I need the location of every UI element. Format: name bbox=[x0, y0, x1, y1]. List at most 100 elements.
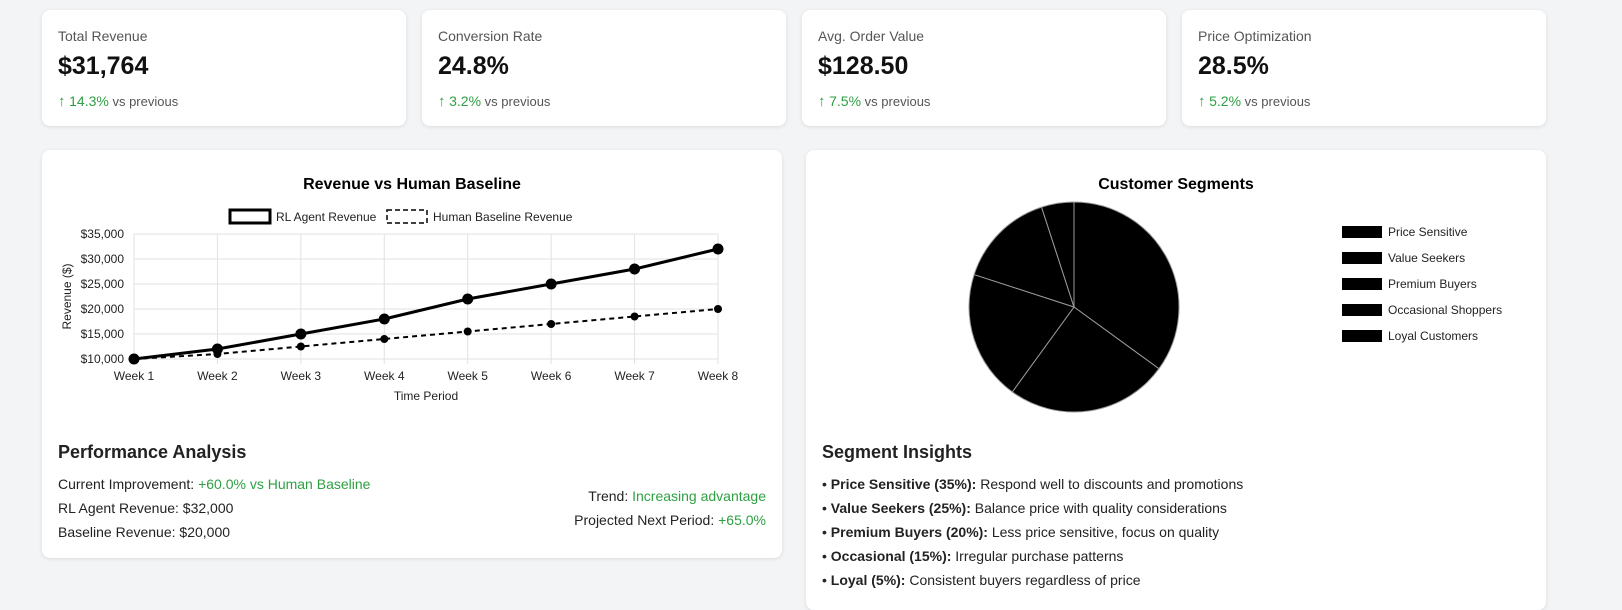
kpi-card-avg-order-value: Avg. Order Value $128.50 ↑ 7.5% vs previ… bbox=[802, 10, 1166, 126]
legend-swatch-baseline bbox=[386, 209, 428, 224]
kpi-card-conversion-rate: Conversion Rate 24.8% ↑ 3.2% vs previous bbox=[422, 10, 786, 126]
kpi-value: $128.50 bbox=[818, 52, 909, 80]
insight-segment: Value Seekers (25%): bbox=[830, 500, 971, 516]
kpi-change-value: 7.5% bbox=[829, 93, 862, 109]
arrow-up-icon: ↑ bbox=[438, 93, 446, 110]
legend-swatch bbox=[1342, 226, 1382, 238]
y-tick-label: $35,000 bbox=[81, 227, 125, 241]
kpi-change-suffix: vs previous bbox=[864, 94, 931, 109]
data-point bbox=[547, 320, 556, 328]
x-tick-label: Week 7 bbox=[614, 369, 655, 383]
data-point bbox=[629, 263, 641, 275]
kpi-change: ↑ 7.5% vs previous bbox=[818, 93, 1150, 110]
insight-segment: Occasional (15%): bbox=[830, 548, 952, 564]
y-tick-label: $30,000 bbox=[81, 252, 125, 266]
legend-label: Loyal Customers bbox=[1388, 329, 1478, 343]
x-tick-label: Week 6 bbox=[531, 369, 572, 383]
kpi-change-value: 14.3% bbox=[69, 93, 109, 109]
insight-item: • Loyal (5%): Consistent buyers regardle… bbox=[822, 572, 1141, 588]
data-point bbox=[714, 305, 722, 313]
x-tick-label: Week 1 bbox=[114, 369, 155, 383]
kpi-change-suffix: vs previous bbox=[1244, 94, 1311, 109]
kpi-value: 24.8% bbox=[438, 52, 509, 80]
legend-label: Occasional Shoppers bbox=[1388, 303, 1502, 317]
insight-segment: Premium Buyers (20%): bbox=[830, 524, 988, 540]
kpi-label: Avg. Order Value bbox=[818, 28, 925, 44]
data-point bbox=[378, 313, 390, 325]
kpi-change: ↑ 14.3% vs previous bbox=[58, 93, 390, 110]
legend-label: Price Sensitive bbox=[1388, 225, 1468, 239]
trend-label: Trend: bbox=[588, 488, 629, 504]
projected-row: Projected Next Period: +65.0% bbox=[574, 512, 766, 528]
legend-label: Human Baseline Revenue bbox=[433, 210, 573, 224]
legend-swatch bbox=[1342, 278, 1382, 290]
performance-title: Performance Analysis bbox=[58, 442, 247, 462]
baseline-revenue-value: $20,000 bbox=[179, 524, 231, 540]
kpi-change-suffix: vs previous bbox=[484, 94, 551, 109]
data-point bbox=[462, 293, 474, 305]
kpi-label: Conversion Rate bbox=[438, 28, 543, 44]
kpi-card-price-optimization: Price Optimization 28.5% ↑ 5.2% vs previ… bbox=[1182, 10, 1546, 126]
revenue-line-chart: $10,000 $15,000 $20,000 $25,000 $30,000 $35,0… bbox=[60, 208, 739, 403]
arrow-up-icon: ↑ bbox=[58, 93, 66, 110]
kpi-change: ↑ 3.2% vs previous bbox=[438, 93, 770, 110]
kpi-change-value: 3.2% bbox=[449, 93, 482, 109]
kpi-value: $31,764 bbox=[58, 52, 149, 80]
data-point bbox=[130, 355, 138, 363]
kpi-value: 28.5% bbox=[1198, 52, 1269, 80]
baseline-revenue-row: Baseline Revenue: $20,000 bbox=[58, 524, 230, 540]
insight-item: • Occasional (15%): Irregular purchase p… bbox=[822, 548, 1124, 564]
baseline-revenue-label: Baseline Revenue: bbox=[58, 524, 176, 540]
insight-item: • Price Sensitive (35%): Respond well to… bbox=[822, 476, 1244, 492]
data-point bbox=[213, 350, 222, 358]
data-point bbox=[630, 312, 639, 321]
arrow-up-icon: ↑ bbox=[1198, 93, 1206, 110]
segments-panel: Customer Segments Price Sensitive Value S… bbox=[806, 150, 1546, 610]
x-tick-label: Week 4 bbox=[364, 369, 405, 383]
revenue-panel: Revenue vs Human Baseline $10,000 $15,000… bbox=[42, 150, 782, 558]
data-point bbox=[545, 278, 557, 290]
rl-revenue-value: $32,000 bbox=[182, 500, 234, 516]
kpi-label: Total Revenue bbox=[58, 28, 148, 44]
insight-text: Irregular purchase patterns bbox=[955, 548, 1124, 564]
insight-item: • Premium Buyers (20%): Less price sensi… bbox=[822, 524, 1220, 540]
projected-label: Projected Next Period: bbox=[574, 512, 715, 528]
revenue-chart-title: Revenue vs Human Baseline bbox=[303, 176, 521, 193]
rl-revenue-row: RL Agent Revenue: $32,000 bbox=[58, 500, 233, 516]
kpi-change-suffix: vs previous bbox=[112, 94, 179, 109]
data-point bbox=[295, 328, 307, 340]
data-point bbox=[712, 243, 724, 255]
legend-swatch-rl bbox=[228, 208, 272, 225]
x-tick-label: Week 5 bbox=[447, 369, 488, 383]
insight-item: • Value Seekers (25%): Balance price wit… bbox=[822, 500, 1227, 516]
y-tick-label: $25,000 bbox=[81, 277, 125, 291]
current-improvement-label: Current Improvement: bbox=[58, 476, 195, 492]
current-improvement-value: +60.0% vs Human Baseline bbox=[198, 476, 371, 492]
x-tick-label: Week 2 bbox=[197, 369, 238, 383]
data-point bbox=[296, 342, 305, 351]
legend-label: Value Seekers bbox=[1388, 251, 1465, 265]
insight-text: Balance price with quality consideration… bbox=[974, 500, 1227, 516]
insight-text: Consistent buyers regardless of price bbox=[909, 572, 1141, 588]
segments-chart-title: Customer Segments bbox=[1098, 176, 1254, 193]
insight-text: Respond well to discounts and promotions bbox=[980, 476, 1244, 492]
x-axis-title: Time Period bbox=[394, 389, 458, 403]
insights-title: Segment Insights bbox=[822, 442, 973, 462]
trend-row: Trend: Increasing advantage bbox=[588, 488, 766, 504]
data-point bbox=[463, 327, 472, 336]
projected-value: +65.0% bbox=[718, 512, 766, 528]
kpi-change-value: 5.2% bbox=[1209, 93, 1242, 109]
segments-pie-chart: Price Sensitive Value Seekers Premium Buye… bbox=[968, 201, 1502, 413]
current-improvement-row: Current Improvement: +60.0% vs Human Bas… bbox=[58, 476, 370, 492]
data-point bbox=[380, 335, 389, 343]
y-axis-title: Revenue ($) bbox=[60, 263, 74, 329]
x-tick-label: Week 3 bbox=[281, 369, 322, 383]
rl-revenue-label: RL Agent Revenue: bbox=[58, 500, 179, 516]
legend-swatch bbox=[1342, 330, 1382, 342]
kpi-change: ↑ 5.2% vs previous bbox=[1198, 93, 1530, 110]
trend-value: Increasing advantage bbox=[632, 488, 766, 504]
arrow-up-icon: ↑ bbox=[818, 93, 826, 110]
y-tick-label: $20,000 bbox=[81, 302, 125, 316]
legend-swatch bbox=[1342, 252, 1382, 264]
kpi-card-total-revenue: Total Revenue $31,764 ↑ 14.3% vs previou… bbox=[42, 10, 406, 126]
